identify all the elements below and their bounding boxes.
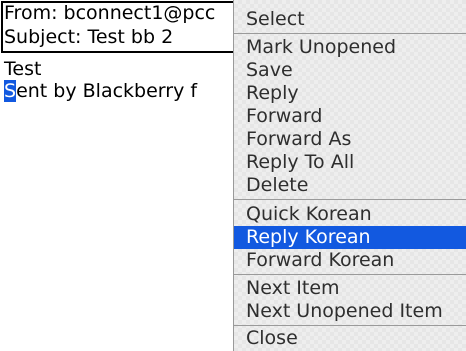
menu-separator <box>234 325 466 326</box>
menu-item-reply-to-all[interactable]: Reply To All <box>234 151 466 174</box>
menu-item-delete[interactable]: Delete <box>234 174 466 197</box>
menu-item-select[interactable]: Select <box>234 8 466 31</box>
menu-separator <box>234 33 466 34</box>
email-body-line-1: Test <box>4 58 42 80</box>
context-menu: Select Mark Unopened Save Reply Forward … <box>233 0 466 351</box>
menu-separator <box>234 274 466 275</box>
menu-item-quick-korean[interactable]: Quick Korean <box>234 203 466 226</box>
text-cursor[interactable]: S <box>4 80 17 102</box>
email-from: From: bconnect1@pcc <box>4 2 216 24</box>
menu-item-reply[interactable]: Reply <box>234 82 466 105</box>
menu-item-forward-korean[interactable]: Forward Korean <box>234 249 466 272</box>
menu-item-save[interactable]: Save <box>234 59 466 82</box>
menu-item-next-item[interactable]: Next Item <box>234 277 466 300</box>
menu-item-close[interactable]: Close <box>234 327 466 350</box>
menu-item-reply-korean[interactable]: Reply Korean <box>234 226 466 249</box>
menu-item-forward-as[interactable]: Forward As <box>234 128 466 151</box>
email-body-line-2[interactable]: Sent by Blackberry f <box>4 80 197 102</box>
menu-item-mark-unopened[interactable]: Mark Unopened <box>234 36 466 59</box>
menu-item-forward[interactable]: Forward <box>234 105 466 128</box>
menu-separator <box>234 199 466 200</box>
email-subject: Subject: Test bb 2 <box>4 26 174 48</box>
blackberry-screen: From: bconnect1@pcc Subject: Test bb 2 T… <box>0 0 466 351</box>
menu-item-next-unopened-item[interactable]: Next Unopened Item <box>234 300 466 323</box>
email-body-line-2-text: ent by Blackberry f <box>16 80 198 102</box>
